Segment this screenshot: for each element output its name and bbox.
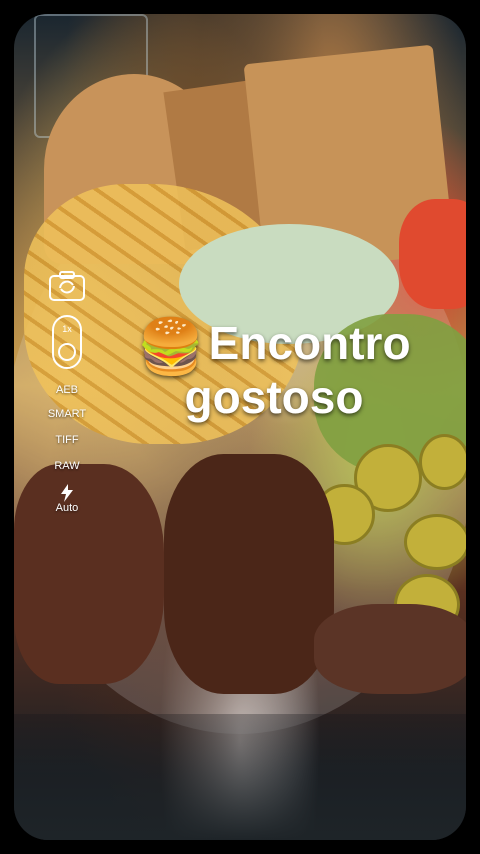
flash-icon[interactable] (60, 484, 74, 502)
svg-text:1x: 1x (62, 324, 72, 334)
camera-flip-icon[interactable] (48, 270, 86, 302)
caption-text: 🍔Encontro gostoso (84, 318, 464, 422)
caption-line-2: gostoso (184, 370, 364, 423)
tiff-toggle[interactable]: TIFF (44, 434, 90, 446)
caption-line-1: Encontro (208, 317, 411, 369)
flash-mode-label[interactable]: Auto (44, 502, 90, 514)
pickle-slice (419, 434, 466, 490)
burger-emoji: 🍔 (137, 316, 205, 377)
steak (314, 604, 466, 694)
lens-switch-icon[interactable]: 1x (51, 314, 83, 370)
steak (164, 454, 334, 694)
pickle-slice (404, 514, 466, 570)
table-surface (14, 714, 466, 840)
raw-toggle[interactable]: RAW (44, 460, 90, 472)
tomato (399, 199, 466, 309)
